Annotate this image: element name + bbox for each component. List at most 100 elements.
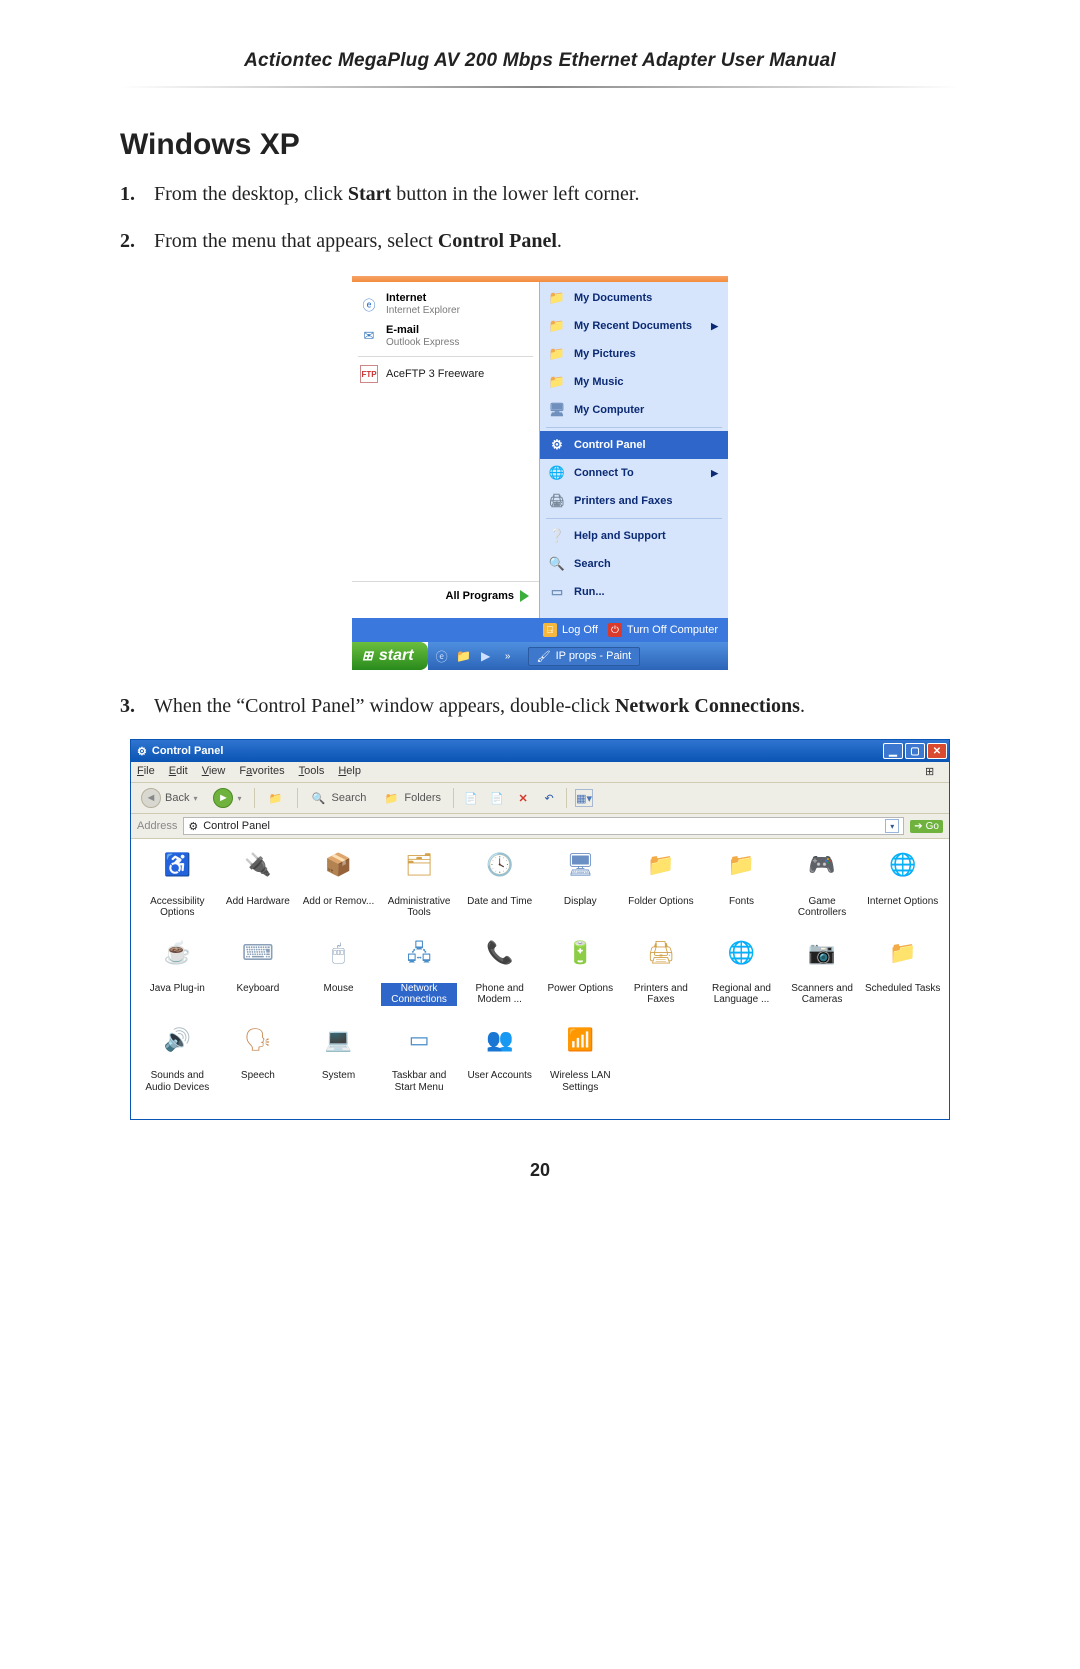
cp-item-taskbar-and-start-menu[interactable]: ▭Taskbar and Start Menu	[381, 1024, 458, 1103]
ftp-icon: FTP	[360, 365, 378, 383]
printer-icon: 🖨	[548, 492, 566, 510]
cp-item-add-hardware[interactable]: 🔌Add Hardware	[220, 849, 297, 928]
folders-button[interactable]: 📁Folders	[378, 788, 445, 808]
forward-button[interactable]: ►▾	[209, 787, 245, 809]
cp-item-wireless-lan-settings[interactable]: 📶Wireless LAN Settings	[542, 1024, 619, 1103]
menu-file[interactable]: File	[137, 765, 155, 779]
start-button[interactable]: ⊞start	[352, 642, 428, 670]
cp-item-scanners-and-cameras[interactable]: 📷 Scanners and Cameras	[784, 936, 861, 1015]
cp-item-icon: 🗣	[242, 1024, 274, 1056]
step-2: 2. From the menu that appears, select Co…	[120, 227, 960, 256]
start-aceftp[interactable]: FTP AceFTP 3 Freeware	[352, 361, 539, 387]
folder-icon: 📁	[548, 345, 566, 363]
cp-item-user-accounts[interactable]: 👥 User Accounts	[461, 1024, 538, 1103]
dropdown-icon[interactable]: ▾	[885, 819, 899, 833]
help-support[interactable]: ❔Help and Support	[540, 522, 728, 550]
all-programs-label: All Programs	[446, 590, 514, 602]
cp-item-date-and-time[interactable]: 🕓Date and Time	[461, 849, 538, 928]
cp-item-label: Folder Options	[628, 896, 694, 908]
cp-item-accessibility-options[interactable]: ♿Accessibility Options	[139, 849, 216, 928]
cp-item-system[interactable]: 💻System	[300, 1024, 377, 1103]
cp-item-speech[interactable]: 🗣Speech	[220, 1024, 297, 1103]
menu-help[interactable]: Help	[338, 765, 361, 779]
cp-item-java-plug-in[interactable]: ☕Java Plug-in	[139, 936, 216, 1015]
cp-item-icon: 📷	[806, 936, 838, 968]
cp-item-folder-options[interactable]: 📁Folder Options	[623, 849, 700, 928]
cp-item-game-controllers[interactable]: 🎮Game Controllers	[784, 849, 861, 928]
cp-item-scheduled-tasks[interactable]: 📁 Scheduled Tasks	[864, 936, 941, 1015]
start-email[interactable]: ✉ E-mailOutlook Express	[352, 320, 539, 352]
start-internet[interactable]: ⓔ InternetInternet Explorer	[352, 288, 539, 320]
go-button[interactable]: ➔Go	[910, 820, 943, 833]
media-icon[interactable]: ▶	[478, 648, 494, 664]
cp-item-internet-options[interactable]: 🌐Internet Options	[864, 849, 941, 928]
cp-item-icon: 👥	[484, 1024, 516, 1056]
undo-icon[interactable]: ↶	[540, 789, 558, 807]
control-panel-item[interactable]: ⚙Control Panel	[540, 431, 728, 459]
my-computer[interactable]: 🖥My Computer	[540, 396, 728, 424]
my-recent-documents[interactable]: 📁My Recent Documents▶	[540, 312, 728, 340]
step-text: From the desktop, click	[154, 183, 348, 205]
cp-item-keyboard[interactable]: ⌨Keyboard	[220, 936, 297, 1015]
search-button[interactable]: 🔍Search	[306, 788, 371, 808]
windows-flag-icon: ⊞	[925, 765, 943, 779]
all-programs[interactable]: All Programs	[352, 581, 539, 612]
cp-item-label: Wireless LAN Settings	[542, 1070, 619, 1093]
cp-item-network-connections[interactable]: 🖧Network Connections	[381, 936, 458, 1015]
cp-item-regional-and-language-[interactable]: 🌐Regional and Language ...	[703, 936, 780, 1015]
cp-item-label: Keyboard	[236, 983, 279, 995]
cp-item-mouse[interactable]: 🖱Mouse	[300, 936, 377, 1015]
cp-item-label: User Accounts	[467, 1070, 531, 1082]
logoff-button[interactable]: ⍈Log Off	[543, 623, 598, 637]
cp-item-label: Game Controllers	[784, 896, 861, 919]
folder-icon[interactable]: 📁	[456, 648, 472, 664]
my-music[interactable]: 📁My Music	[540, 368, 728, 396]
maximize-button[interactable]: ▢	[905, 743, 925, 759]
move-icon[interactable]: 📄	[462, 789, 480, 807]
delete-icon[interactable]: ✕	[514, 789, 532, 807]
menu-favorites[interactable]: Favorites	[239, 765, 284, 779]
cp-item-add-or-remov-[interactable]: 📦Add or Remov...	[300, 849, 377, 928]
my-pictures[interactable]: 📁My Pictures	[540, 340, 728, 368]
menu-tools[interactable]: Tools	[299, 765, 325, 779]
ie-icon[interactable]: ⓔ	[434, 648, 450, 664]
power-icon: ⏻	[608, 623, 622, 637]
cp-item-phone-and-modem-[interactable]: 📞Phone and Modem ...	[461, 936, 538, 1015]
start-menu-figure: ⓔ InternetInternet Explorer ✉ E-mailOutl…	[350, 274, 730, 672]
step-bold: Control Panel	[438, 230, 557, 252]
cp-item-icon: 🕓	[484, 849, 516, 881]
close-button[interactable]: ✕	[927, 743, 947, 759]
menu-edit[interactable]: Edit	[169, 765, 188, 779]
cp-item-administrative-tools[interactable]: 🗂Administrative Tools	[381, 849, 458, 928]
run-item[interactable]: ▭Run...	[540, 578, 728, 606]
cp-item-icon: 📁	[887, 936, 919, 968]
minimize-button[interactable]: ▁	[883, 743, 903, 759]
menu-view[interactable]: View	[202, 765, 226, 779]
connect-to[interactable]: 🌐Connect To▶	[540, 459, 728, 487]
cp-item-label: Internet Options	[867, 896, 938, 908]
turnoff-button[interactable]: ⏻Turn Off Computer	[608, 623, 718, 637]
copy-icon[interactable]: 📄	[488, 789, 506, 807]
cp-item-printers-and-faxes[interactable]: 🖨Printers and Faxes	[623, 936, 700, 1015]
printers-faxes[interactable]: 🖨Printers and Faxes	[540, 487, 728, 515]
taskbar-app[interactable]: 🖌IP props - Paint	[528, 647, 641, 666]
cp-item-power-options[interactable]: 🔋Power Options	[542, 936, 619, 1015]
cp-item-label: Scheduled Tasks	[865, 983, 940, 995]
my-documents[interactable]: 📁My Documents	[540, 284, 728, 312]
address-field[interactable]: ⚙ Control Panel ▾	[183, 817, 904, 835]
cp-item-display[interactable]: 🖥Display	[542, 849, 619, 928]
arrow-icon	[520, 590, 529, 602]
search-item[interactable]: 🔍Search	[540, 550, 728, 578]
cp-item-icon: 🌐	[725, 936, 757, 968]
cp-item-sounds-and-audio-devices[interactable]: 🔊Sounds and Audio Devices	[139, 1024, 216, 1103]
cp-item-label: Taskbar and Start Menu	[381, 1070, 458, 1093]
step-number: 3.	[120, 692, 154, 721]
chevron-icon[interactable]: »	[500, 648, 516, 664]
cp-item-label: Printers and Faxes	[623, 983, 700, 1006]
cp-item-label: Scanners and Cameras	[784, 983, 861, 1006]
up-button[interactable]: 📁	[263, 788, 289, 808]
views-icon[interactable]: ▦▾	[575, 789, 593, 807]
cp-item-fonts[interactable]: 📁Fonts	[703, 849, 780, 928]
arrow-icon: ▶	[711, 468, 718, 479]
back-button[interactable]: ◄Back▾	[137, 787, 201, 809]
